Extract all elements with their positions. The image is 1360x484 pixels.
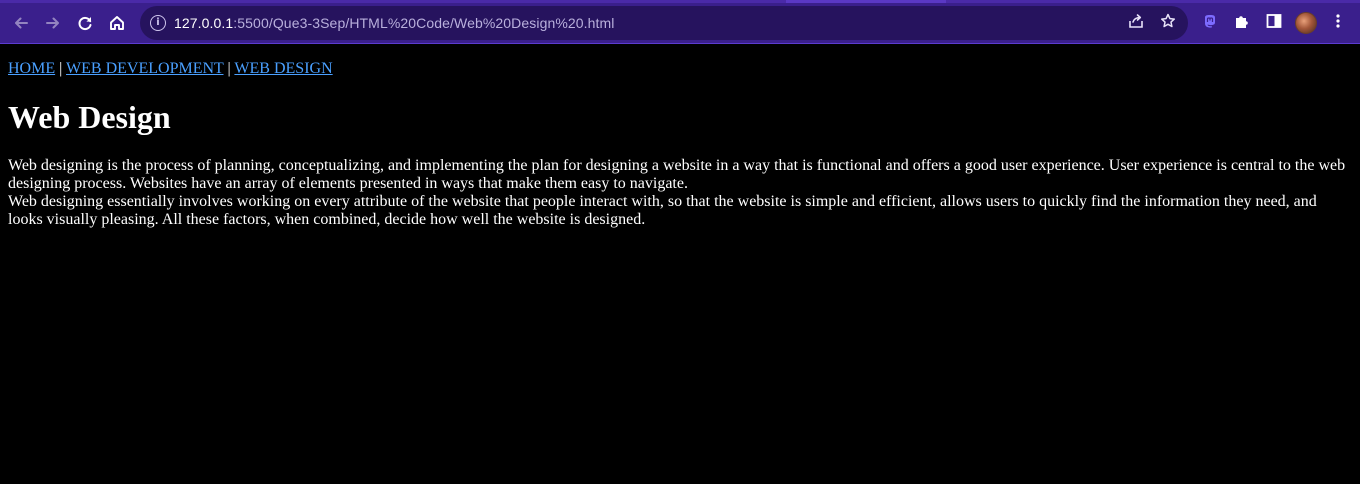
extensions-button[interactable] (1226, 7, 1258, 39)
top-navigation: HOME | WEB DEVELOPMENT | WEB DESIGN (8, 60, 1352, 78)
active-tab-indicator (786, 0, 946, 3)
home-icon (108, 14, 126, 32)
toolbar-actions (1194, 3, 1354, 43)
arrow-right-icon (44, 14, 62, 32)
kebab-menu-icon (1329, 12, 1347, 35)
star-icon (1159, 12, 1177, 35)
share-icon (1127, 12, 1145, 35)
profile-button[interactable] (1290, 7, 1322, 39)
url-host: 127.0.0.1 (174, 15, 234, 31)
avatar (1295, 12, 1317, 34)
home-button[interactable] (101, 7, 133, 39)
arrow-left-icon (12, 14, 30, 32)
address-bar[interactable]: i 127.0.0.1:5500/Que3-3Sep/HTML%20Code/W… (140, 6, 1188, 40)
nav-separator: | (59, 60, 63, 77)
bookmark-button[interactable] (1154, 9, 1182, 37)
mastodon-icon (1201, 12, 1219, 35)
url-text[interactable]: 127.0.0.1:5500/Que3-3Sep/HTML%20Code/Web… (174, 15, 615, 31)
page-body: Web designing is the process of planning… (8, 157, 1352, 229)
reload-button[interactable] (69, 7, 101, 39)
back-button[interactable] (5, 7, 37, 39)
forward-button[interactable] (37, 7, 69, 39)
nav-link-web-design[interactable]: WEB DESIGN (234, 60, 332, 77)
url-path: :5500/Que3-3Sep/HTML%20Code/Web%20Design… (233, 15, 615, 31)
sidepanel-icon (1265, 12, 1283, 35)
nav-separator: | (227, 60, 231, 77)
nav-link-home[interactable]: HOME (8, 60, 55, 77)
browser-toolbar: i 127.0.0.1:5500/Que3-3Sep/HTML%20Code/W… (0, 0, 1360, 44)
page-content: HOME | WEB DEVELOPMENT | WEB DESIGN Web … (0, 44, 1360, 229)
paragraph-details: Web designing essentially involves worki… (8, 193, 1317, 228)
nav-link-web-development[interactable]: WEB DEVELOPMENT (66, 60, 223, 77)
side-panel-button[interactable] (1258, 7, 1290, 39)
puzzle-icon (1233, 12, 1251, 35)
address-bar-actions (1122, 6, 1182, 40)
paragraph-intro: Web designing is the process of planning… (8, 157, 1346, 192)
menu-button[interactable] (1322, 7, 1354, 39)
page-title: Web Design (8, 99, 171, 135)
mastodon-extension-button[interactable] (1194, 7, 1226, 39)
share-button[interactable] (1122, 9, 1150, 37)
info-icon[interactable]: i (150, 15, 166, 31)
reload-icon (76, 14, 94, 32)
